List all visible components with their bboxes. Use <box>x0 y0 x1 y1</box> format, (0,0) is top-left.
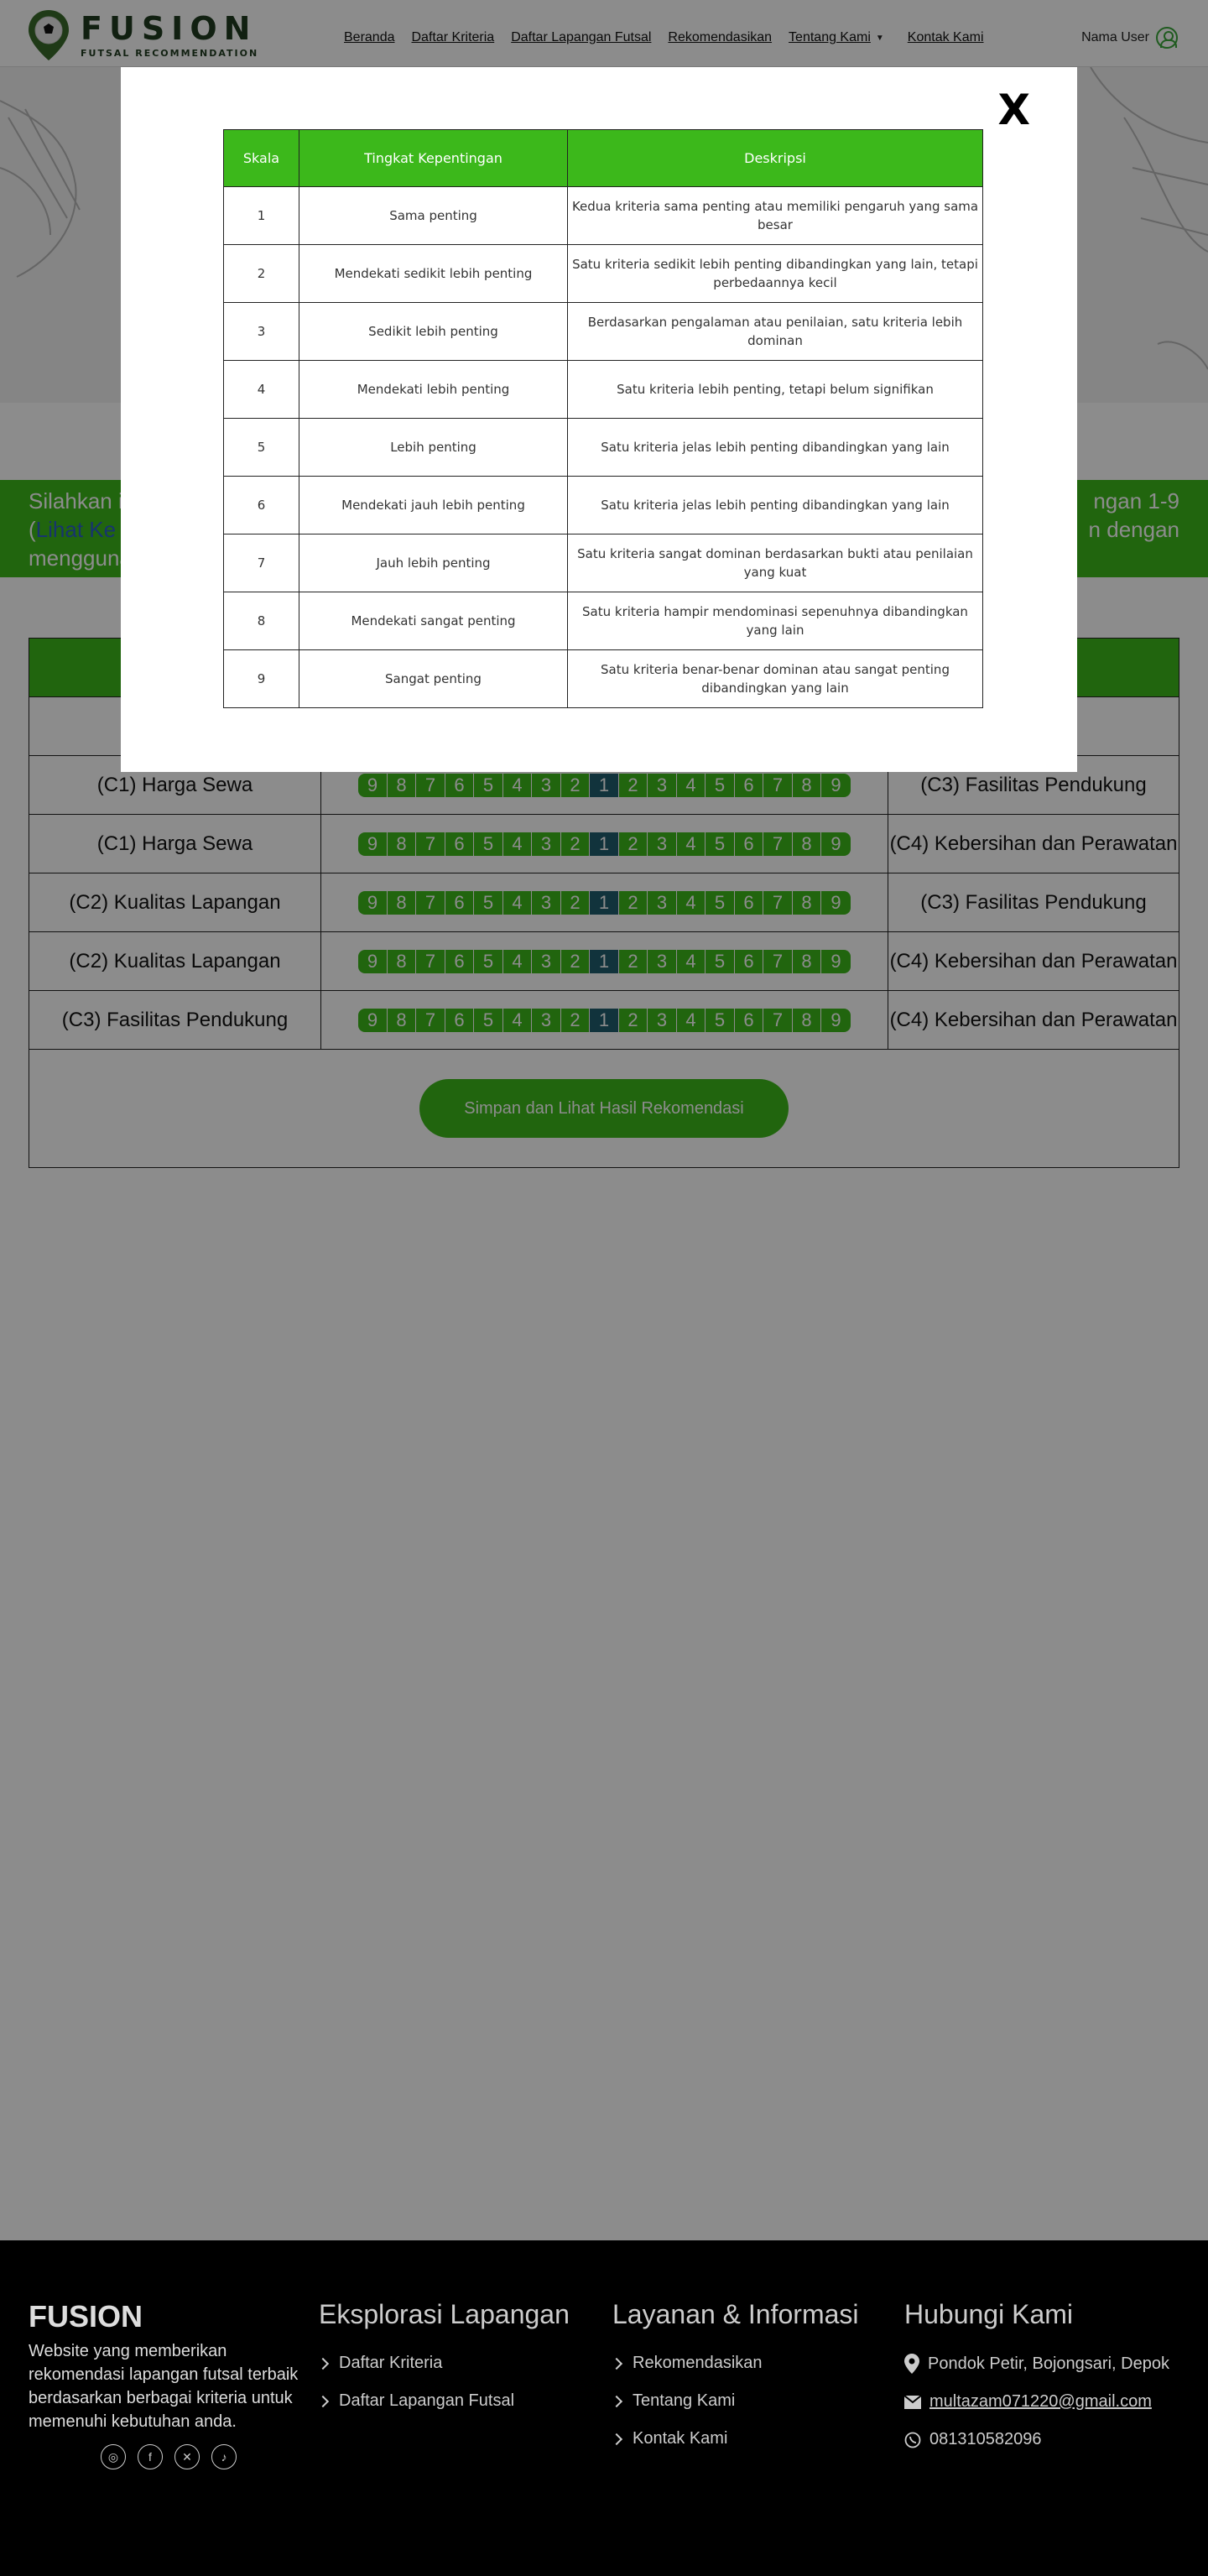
scale-table-row: 4 Mendekati lebih penting Satu kriteria le… <box>223 360 983 419</box>
footer-service: Layanan & Informasi Rekomendasikan Tenta… <box>610 2299 859 2467</box>
scale-value: 4 <box>223 360 299 419</box>
scale-table-row: 1 Sama penting Kedua kriteria sama penting… <box>223 186 983 245</box>
scale-table-row: 6 Mendekati jauh lebih penting Satu kriter… <box>223 476 983 534</box>
footer-email[interactable]: multazam071220@gmail.com <box>904 2392 1169 2412</box>
close-icon[interactable]: X <box>997 86 1030 134</box>
footer: FUSION Website yang memberikan rekomenda… <box>0 2240 1208 2576</box>
description: Berdasarkan pengalaman atau penilaian, s… <box>567 302 983 361</box>
footer-explore-title: Eksplorasi Lapangan <box>319 2299 570 2329</box>
importance-level: Mendekati jauh lebih penting <box>299 476 568 534</box>
facebook-icon[interactable]: f <box>138 2444 163 2469</box>
footer-link-label: Kontak Kami <box>633 2429 728 2448</box>
scale-value: 8 <box>223 592 299 650</box>
importance-level: Jauh lebih penting <box>299 534 568 592</box>
x-twitter-icon[interactable]: ✕ <box>174 2444 200 2469</box>
scale-table: Skala Tingkat Kepentingan Deskripsi 1 Sam… <box>223 129 983 708</box>
tiktok-icon[interactable]: ♪ <box>211 2444 237 2469</box>
chevron-right-icon <box>610 2433 623 2445</box>
description: Satu kriteria jelas lebih penting diband… <box>567 476 983 534</box>
scale-value: 2 <box>223 244 299 303</box>
address-text: Pondok Petir, Bojongsari, Depok <box>928 2354 1169 2373</box>
th-deskripsi: Deskripsi <box>567 129 983 187</box>
footer-address: Pondok Petir, Bojongsari, Depok <box>904 2354 1169 2374</box>
footer-phone: 081310582096 <box>904 2430 1169 2449</box>
chevron-right-icon <box>610 2395 623 2407</box>
chevron-right-icon <box>316 2395 330 2407</box>
importance-level: Mendekati sedikit lebih penting <box>299 244 568 303</box>
social-links: ◎ f ✕ ♪ <box>101 2444 237 2469</box>
footer-link-tentang-kami[interactable]: Tentang Kami <box>610 2391 859 2411</box>
footer-link-label: Tentang Kami <box>633 2391 736 2410</box>
email-link[interactable]: multazam071220@gmail.com <box>929 2392 1152 2412</box>
scale-info-modal: X Skala Tingkat Kepentingan Deskripsi 1S… <box>121 67 1077 772</box>
scale-value: 9 <box>223 649 299 708</box>
footer-link-label: Rekomendasikan <box>633 2354 763 2372</box>
th-tingkat: Tingkat Kepentingan <box>299 129 568 187</box>
scale-table-row: 2 Mendekati sedikit lebih penting Satu kri… <box>223 244 983 303</box>
importance-level: Mendekati lebih penting <box>299 360 568 419</box>
scale-value: 6 <box>223 476 299 534</box>
footer-contact: Hubungi Kami Pondok Petir, Bojongsari, D… <box>904 2299 1169 2468</box>
chevron-right-icon <box>610 2357 623 2370</box>
footer-link-label: Daftar Lapangan Futsal <box>339 2391 515 2410</box>
footer-link-kontak-kami[interactable]: Kontak Kami <box>610 2429 859 2448</box>
scale-value: 7 <box>223 534 299 592</box>
importance-level: Mendekati sangat penting <box>299 592 568 650</box>
description: Kedua kriteria sama penting atau memilik… <box>567 186 983 245</box>
phone-text: 081310582096 <box>929 2430 1042 2448</box>
importance-level: Sedikit lebih penting <box>299 302 568 361</box>
importance-level: Sama penting <box>299 186 568 245</box>
description: Satu kriteria jelas lebih penting diband… <box>567 418 983 477</box>
importance-level: Lebih penting <box>299 418 568 477</box>
scale-table-row: 8 Mendekati sangat penting Satu kriteria h… <box>223 592 983 650</box>
footer-link-label: Daftar Kriteria <box>339 2354 443 2372</box>
description: Satu kriteria sangat dominan berdasarkan… <box>567 534 983 592</box>
footer-link-daftar-lapangan[interactable]: Daftar Lapangan Futsal <box>316 2391 570 2411</box>
footer-about: Website yang memberikan rekomendasi lapa… <box>29 2342 299 2431</box>
scale-value: 1 <box>223 186 299 245</box>
whatsapp-icon <box>904 2432 921 2448</box>
footer-brand-name: FUSION <box>29 2299 143 2334</box>
scale-table-row: 7 Jauh lebih penting Satu kriteria sangat … <box>223 534 983 592</box>
description: Satu kriteria lebih penting, tetapi belu… <box>567 360 983 419</box>
footer-link-daftar-kriteria[interactable]: Daftar Kriteria <box>316 2354 570 2373</box>
description: Satu kriteria hampir mendominasi sepenuh… <box>567 592 983 650</box>
scale-table-row: 9 Sangat penting Satu kriteria benar-benar… <box>223 649 983 708</box>
footer-brand: FUSION Website yang memberikan rekomenda… <box>29 2299 305 2433</box>
footer-contact-title: Hubungi Kami <box>904 2299 1073 2329</box>
map-pin-icon <box>904 2354 919 2374</box>
scale-value: 3 <box>223 302 299 361</box>
scale-value: 5 <box>223 418 299 477</box>
scale-table-row: 3 Sedikit lebih penting Berdasarkan pengal… <box>223 302 983 361</box>
description: Satu kriteria sedikit lebih penting diba… <box>567 244 983 303</box>
th-skala: Skala <box>223 129 299 187</box>
footer-service-title: Layanan & Informasi <box>612 2299 859 2329</box>
footer-link-rekomendasikan[interactable]: Rekomendasikan <box>610 2354 859 2373</box>
mail-icon <box>904 2395 921 2409</box>
instagram-icon[interactable]: ◎ <box>101 2444 126 2469</box>
description: Satu kriteria benar-benar dominan atau s… <box>567 649 983 708</box>
scale-table-row: 5 Lebih penting Satu kriteria jelas lebih … <box>223 418 983 477</box>
importance-level: Sangat penting <box>299 649 568 708</box>
footer-explore: Eksplorasi Lapangan Daftar Kriteria Daft… <box>316 2299 570 2429</box>
chevron-right-icon <box>316 2357 330 2370</box>
